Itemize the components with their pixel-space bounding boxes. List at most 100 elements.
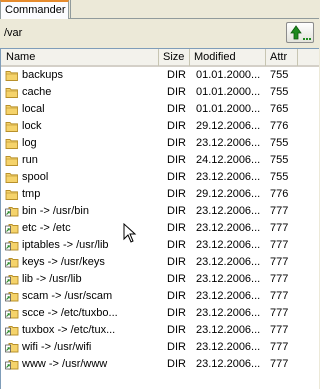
file-size: DIR	[167, 341, 186, 353]
column-header-size[interactable]: Size	[159, 49, 190, 66]
symlink-icon	[5, 204, 19, 218]
file-modified: 23.12.2006...	[196, 290, 261, 302]
file-row[interactable]: scce -> /etc/tuxbo... DIR 23.12.2006... 777	[0, 305, 319, 322]
file-attr: 755	[270, 69, 289, 81]
tab-commander[interactable]: Commander	[0, 0, 69, 19]
file-name: scam -> /usr/scam	[22, 290, 113, 302]
folder-icon	[5, 170, 19, 184]
file-size: DIR	[167, 137, 186, 149]
column-header-name[interactable]: Name	[0, 49, 159, 66]
file-attr: 777	[270, 239, 289, 251]
file-rows: backups DIR 01.01.2000... 755 cache DIR 01.01.…	[0, 67, 319, 373]
file-modified: 23.12.2006...	[196, 205, 261, 217]
file-attr: 777	[270, 358, 289, 370]
file-name: wifi -> /usr/wifi	[22, 341, 92, 353]
file-row[interactable]: etc -> /etc DIR 23.12.2006... 777	[0, 220, 319, 237]
column-header-modified[interactable]: Modified	[190, 49, 266, 66]
symlink-icon	[5, 306, 19, 320]
file-modified: 01.01.2000...	[196, 69, 261, 81]
file-modified: 23.12.2006...	[196, 273, 261, 285]
file-size: DIR	[167, 120, 186, 132]
file-row[interactable]: lib -> /usr/lib DIR 23.12.2006... 777	[0, 271, 319, 288]
file-attr: 777	[270, 341, 289, 353]
file-modified: 24.12.2006...	[196, 154, 261, 166]
file-attr: 755	[270, 171, 289, 183]
file-modified: 23.12.2006...	[196, 239, 261, 251]
file-size: DIR	[167, 290, 186, 302]
file-attr: 777	[270, 290, 289, 302]
column-header-attr[interactable]: Attr	[266, 49, 298, 66]
symlink-icon	[5, 357, 19, 371]
file-attr: 777	[270, 256, 289, 268]
file-row[interactable]: log DIR 23.12.2006... 755	[0, 135, 319, 152]
file-size: DIR	[167, 154, 186, 166]
file-size: DIR	[167, 256, 186, 268]
folder-icon	[5, 85, 19, 99]
file-row[interactable]: scam -> /usr/scam DIR 23.12.2006... 777	[0, 288, 319, 305]
file-row[interactable]: tuxbox -> /etc/tux... DIR 23.12.2006... 777	[0, 322, 319, 339]
file-modified: 23.12.2006...	[196, 222, 261, 234]
file-row[interactable]: www -> /usr/www DIR 23.12.2006... 777	[0, 356, 319, 373]
file-attr: 755	[270, 86, 289, 98]
up-arrow-icon	[290, 25, 311, 40]
symlink-icon	[5, 340, 19, 354]
file-name: cache	[22, 86, 52, 98]
folder-icon	[5, 119, 19, 133]
file-row[interactable]: iptables -> /usr/lib DIR 23.12.2006... 777	[0, 237, 319, 254]
file-name: keys -> /usr/keys	[22, 256, 105, 268]
mouse-cursor-icon	[123, 223, 137, 243]
file-size: DIR	[167, 171, 186, 183]
folder-icon	[5, 68, 19, 82]
file-size: DIR	[167, 358, 186, 370]
file-modified: 23.12.2006...	[196, 171, 261, 183]
file-modified: 23.12.2006...	[196, 358, 261, 370]
current-path: /var	[4, 27, 23, 39]
file-attr: 755	[270, 154, 289, 166]
file-attr: 765	[270, 103, 289, 115]
file-row[interactable]: spool DIR 23.12.2006... 755	[0, 169, 319, 186]
symlink-icon	[5, 238, 19, 252]
file-attr: 777	[270, 273, 289, 285]
file-row[interactable]: cache DIR 01.01.2000... 755	[0, 84, 319, 101]
file-size: DIR	[167, 86, 186, 98]
parent-directory-button[interactable]	[286, 22, 314, 43]
symlink-icon	[5, 221, 19, 235]
file-list[interactable]: Name Size Modified Attr backups DIR 01.01.…	[0, 48, 319, 389]
file-modified: 29.12.2006...	[196, 120, 261, 132]
file-modified: 29.12.2006...	[196, 188, 261, 200]
file-name: tmp	[22, 188, 41, 200]
file-size: DIR	[167, 273, 186, 285]
symlink-icon	[5, 289, 19, 303]
file-modified: 23.12.2006...	[196, 256, 261, 268]
file-modified: 23.12.2006...	[196, 307, 261, 319]
file-attr: 777	[270, 324, 289, 336]
file-row[interactable]: wifi -> /usr/wifi DIR 23.12.2006... 777	[0, 339, 319, 356]
file-modified: 23.12.2006...	[196, 324, 261, 336]
file-size: DIR	[167, 103, 186, 115]
folder-icon	[5, 187, 19, 201]
file-attr: 777	[270, 205, 289, 217]
file-attr: 755	[270, 137, 289, 149]
file-attr: 776	[270, 120, 289, 132]
tab-divider	[70, 0, 71, 19]
file-name: tuxbox -> /etc/tux...	[22, 324, 116, 336]
file-attr: 777	[270, 307, 289, 319]
file-row[interactable]: tmp DIR 29.12.2006... 776	[0, 186, 319, 203]
folder-icon	[5, 153, 19, 167]
file-row[interactable]: bin -> /usr/bin DIR 23.12.2006... 777	[0, 203, 319, 220]
file-attr: 776	[270, 188, 289, 200]
file-row[interactable]: run DIR 24.12.2006... 755	[0, 152, 319, 169]
file-size: DIR	[167, 205, 186, 217]
file-row[interactable]: backups DIR 01.01.2000... 755	[0, 67, 319, 84]
file-name: lock	[22, 120, 42, 132]
file-modified: 01.01.2000...	[196, 86, 261, 98]
file-row[interactable]: lock DIR 29.12.2006... 776	[0, 118, 319, 135]
file-list-header: Name Size Modified Attr	[0, 49, 319, 67]
file-size: DIR	[167, 324, 186, 336]
file-row[interactable]: keys -> /usr/keys DIR 23.12.2006... 777	[0, 254, 319, 271]
symlink-icon	[5, 272, 19, 286]
file-name: bin -> /usr/bin	[22, 205, 89, 217]
file-row[interactable]: local DIR 01.01.2000... 765	[0, 101, 319, 118]
folder-icon	[5, 102, 19, 116]
file-name: log	[22, 137, 37, 149]
